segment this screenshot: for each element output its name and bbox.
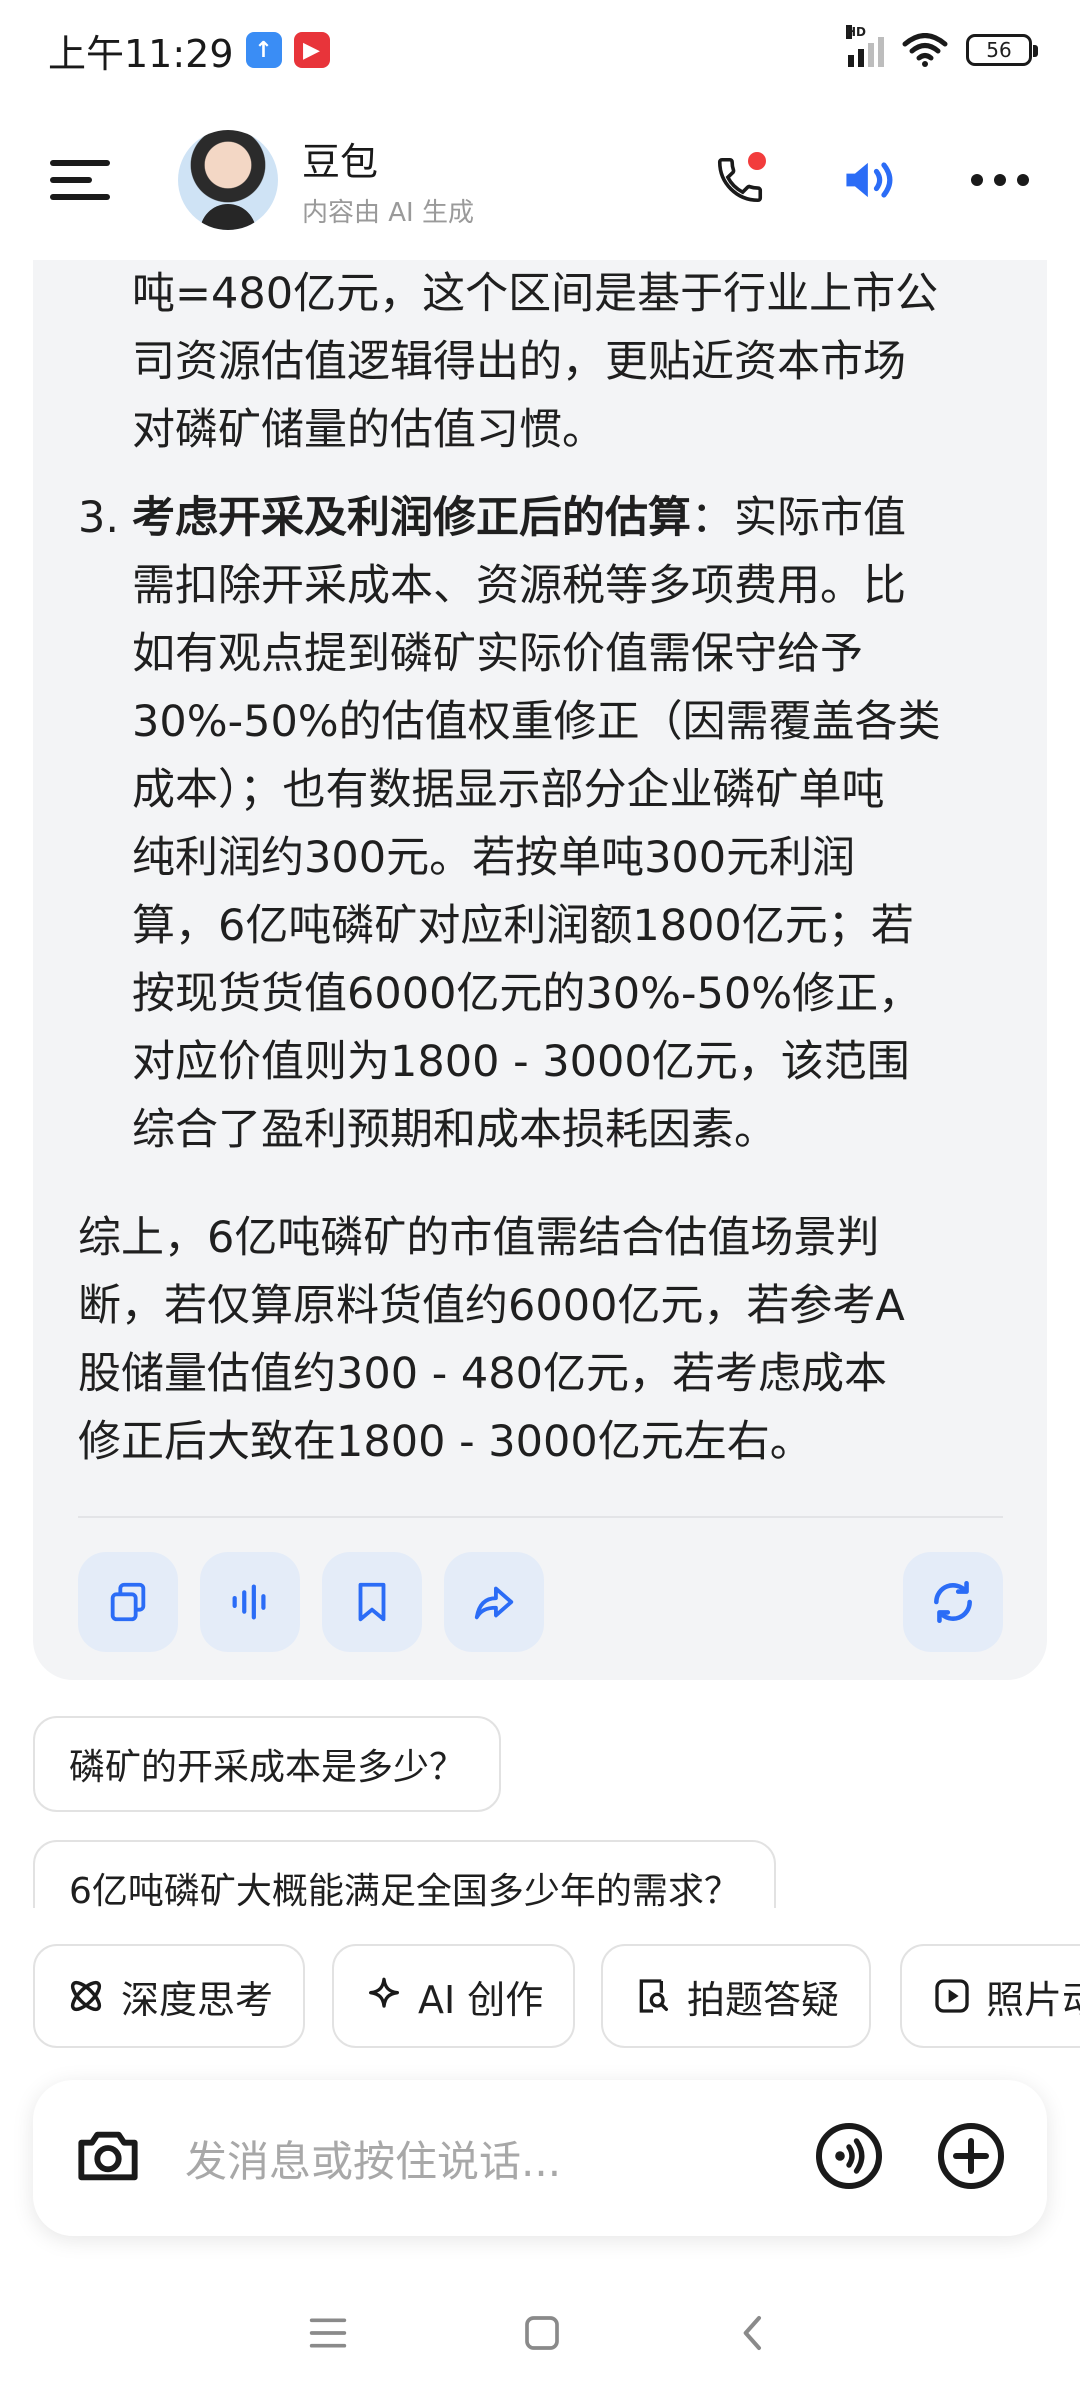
chat-header: 豆包 内容由 AI 生成 bbox=[0, 110, 1080, 250]
text-line: 如有观点提到磷矿实际价值需保守给予 bbox=[132, 629, 863, 679]
suggestion-scroll-area: 6亿吨磷矿大概能满足全国多少年的需求？ bbox=[0, 1840, 1080, 1908]
recent-apps-icon[interactable] bbox=[306, 2313, 350, 2357]
status-indicators: HD 56 bbox=[846, 25, 1038, 67]
bot-info[interactable]: 豆包 内容由 AI 生成 bbox=[302, 131, 474, 229]
feature-chips: 深度思考 AI 创作 拍题答疑 照片动 bbox=[0, 1944, 1080, 2048]
text-line: 综合了盈利预期和成本损耗因素。 bbox=[132, 1105, 777, 1155]
add-icon[interactable] bbox=[935, 2120, 1007, 2196]
battery-level: 56 bbox=[986, 38, 1012, 62]
chip-label: 拍题答疑 bbox=[687, 1977, 840, 2022]
bookmark-icon[interactable] bbox=[322, 1552, 422, 1652]
speaker-icon[interactable] bbox=[840, 150, 900, 210]
sparkle-icon bbox=[369, 1977, 399, 2008]
copy-icon[interactable] bbox=[78, 1552, 178, 1652]
atom-icon bbox=[70, 1980, 102, 2012]
message-input[interactable]: 发消息或按住说话... bbox=[185, 2128, 813, 2189]
text-line: 对应价值则为1800 - 3000亿元，该范围 bbox=[132, 1037, 910, 1087]
text-line: 算，6亿吨磷矿对应利润额1800亿元；若 bbox=[132, 901, 914, 951]
voice-call-icon[interactable] bbox=[813, 2120, 885, 2196]
text-line: 股储量估值约300 - 480亿元，若考虑成本 bbox=[78, 1349, 888, 1399]
menu-icon[interactable] bbox=[50, 160, 110, 200]
home-icon[interactable] bbox=[522, 2313, 562, 2357]
text-line: 30%-50%的估值权重修正（因需覆盖各类 bbox=[132, 697, 941, 747]
suggested-question[interactable]: 6亿吨磷矿大概能满足全国多少年的需求？ bbox=[33, 1840, 776, 1908]
status-bar: 上午11:29 ↑ ▶ HD 56 bbox=[0, 0, 1080, 100]
summary-paragraph: 综上，6亿吨磷矿的市值需结合估值场景判 断，若仅算原料货值约6000亿元，若参考… bbox=[78, 1204, 1018, 1476]
text-line: 综上，6亿吨磷矿的市值需结合估值场景判 bbox=[78, 1213, 880, 1263]
chip-photo-question[interactable]: 拍题答疑 bbox=[601, 1944, 872, 2048]
upload-notification-icon: ↑ bbox=[245, 32, 282, 68]
chip-label: 照片动 bbox=[986, 1977, 1080, 2022]
chip-label: 深度思考 bbox=[121, 1977, 274, 2022]
avatar[interactable] bbox=[178, 130, 278, 230]
divider bbox=[78, 1516, 1003, 1518]
text-line: 断，若仅算原料货值约6000亿元，若参考A bbox=[78, 1281, 905, 1331]
notification-dot bbox=[748, 152, 766, 170]
phone-icon[interactable] bbox=[710, 150, 770, 210]
voice-read-icon[interactable] bbox=[200, 1552, 300, 1652]
list-item: 3. 考虑开采及利润修正后的估算：实际市值 需扣除开采成本、资源税等多项费用。比… bbox=[78, 484, 1018, 1164]
message-input-bar: 发消息或按住说话... bbox=[33, 2080, 1047, 2236]
assistant-message: 吨=480亿元，这个区间是基于行业上市公 司资源估值逻辑得出的，更贴近资本市场 … bbox=[33, 260, 1047, 1680]
text-line: 成本）；也有数据显示部分企业磷矿单吨 bbox=[132, 765, 885, 815]
camera-icon[interactable] bbox=[73, 2124, 143, 2192]
photo-search-icon bbox=[639, 1979, 668, 2013]
text-line: 吨=480亿元，这个区间是基于行业上市公 bbox=[132, 269, 939, 319]
text-line: 纯利润约300元。若按单吨300元利润 bbox=[132, 833, 856, 883]
text-line: 修正后大致在1800 - 3000亿元左右。 bbox=[78, 1417, 813, 1467]
system-nav-bar bbox=[0, 2290, 1080, 2380]
more-icon[interactable] bbox=[970, 150, 1030, 210]
bot-name: 豆包 bbox=[302, 140, 379, 184]
chip-photo-animate[interactable]: 照片动 bbox=[900, 1944, 1080, 2048]
text-line: 对磷矿储量的估值习惯。 bbox=[132, 405, 605, 455]
cellular-signal-icon: HD bbox=[846, 25, 884, 67]
hd-label: HD bbox=[846, 25, 867, 39]
suggested-question[interactable]: 磷矿的开采成本是多少？ bbox=[33, 1716, 502, 1812]
text-line: 按现货货值6000亿元的30%-50%修正， bbox=[132, 969, 922, 1019]
chip-deep-thinking[interactable]: 深度思考 bbox=[33, 1944, 306, 2048]
text-line: 司资源估值逻辑得出的，更贴近资本市场 bbox=[132, 337, 906, 387]
back-icon[interactable] bbox=[734, 2313, 774, 2357]
status-time: 上午11:29 bbox=[48, 31, 234, 76]
share-icon[interactable] bbox=[444, 1552, 544, 1652]
regenerate-icon[interactable] bbox=[903, 1552, 1003, 1652]
video-app-notification-icon: ▶ bbox=[293, 32, 330, 68]
chip-label: AI 创作 bbox=[418, 1977, 544, 2022]
message-toolbar bbox=[78, 1552, 1003, 1652]
message-continued-paragraph: 吨=480亿元，这个区间是基于行业上市公 司资源估值逻辑得出的，更贴近资本市场 … bbox=[78, 260, 1018, 464]
ai-generated-notice: 内容由 AI 生成 bbox=[302, 198, 474, 228]
list-number: 3. bbox=[78, 493, 120, 543]
chip-ai-creation[interactable]: AI 创作 bbox=[332, 1944, 576, 2048]
text-line: ：实际市值 bbox=[691, 493, 906, 543]
wifi-icon bbox=[902, 33, 948, 67]
play-icon bbox=[935, 1979, 969, 2013]
text-line: 需扣除开采成本、资源税等多项费用。比 bbox=[132, 561, 906, 611]
message-text: 吨=480亿元，这个区间是基于行业上市公 司资源估值逻辑得出的，更贴近资本市场 … bbox=[78, 260, 1018, 1476]
list-item-heading: 考虑开采及利润修正后的估算 bbox=[132, 493, 691, 543]
battery-icon: 56 bbox=[966, 34, 1038, 66]
